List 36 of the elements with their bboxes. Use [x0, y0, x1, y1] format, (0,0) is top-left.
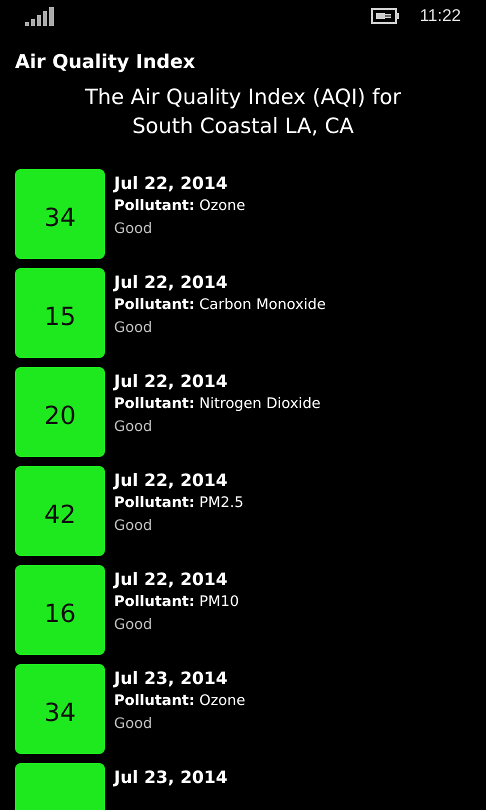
- app-title: Air Quality Index: [15, 51, 196, 73]
- aqi-category: Good: [114, 517, 152, 536]
- aqi-tile[interactable]: 16: [15, 565, 105, 655]
- pollutant-text: Pollutant: Carbon Monoxide: [114, 296, 326, 315]
- aqi-value: 15: [44, 302, 76, 330]
- reading-date: Jul 22, 2014: [114, 371, 228, 393]
- aqi-tile[interactable]: 34: [15, 664, 105, 754]
- reading-date: Jul 22, 2014: [114, 470, 228, 492]
- aqi-value: 20: [44, 400, 76, 430]
- pollutant-text: Pollutant: PM10: [114, 593, 239, 612]
- aqi-value: 34: [44, 202, 76, 232]
- reading-date: Jul 22, 2014: [114, 272, 228, 294]
- pollutant-text: Pollutant: PM2.5: [114, 494, 244, 513]
- aqi-category: Good: [114, 319, 152, 338]
- pollutant-text: Pollutant: Nitrogen Dioxide: [114, 395, 321, 414]
- aqi-category: Good: [114, 418, 152, 437]
- reading-date: Jul 23, 2014: [114, 668, 228, 690]
- aqi-category: Good: [114, 616, 152, 635]
- pollutant-text: Pollutant: Ozone: [114, 692, 246, 711]
- page-subtitle: The Air Quality Index (AQI) for South Coastal LA, CA: [84, 84, 402, 140]
- aqi-tile[interactable]: 15: [15, 268, 105, 358]
- reading-date: Jul 22, 2014: [114, 173, 228, 195]
- aqi-value: 42: [44, 500, 76, 528]
- reading-date: Jul 23, 2014: [114, 767, 228, 789]
- signal-icon: [25, 6, 54, 26]
- aqi-category: Good: [114, 715, 152, 734]
- aqi-tile[interactable]: 34: [15, 169, 105, 259]
- aqi-value: 16: [44, 598, 76, 628]
- aqi-category: Good: [114, 220, 152, 239]
- aqi-tile[interactable]: 42: [15, 466, 105, 556]
- reading-date: Jul 22, 2014: [114, 569, 228, 591]
- aqi-value: 34: [44, 698, 76, 726]
- clock-time: 11:22: [420, 6, 461, 26]
- battery-charging-icon: [370, 8, 400, 24]
- pollutant-text: Pollutant: Ozone: [114, 197, 246, 216]
- aqi-tile[interactable]: 20: [15, 367, 105, 457]
